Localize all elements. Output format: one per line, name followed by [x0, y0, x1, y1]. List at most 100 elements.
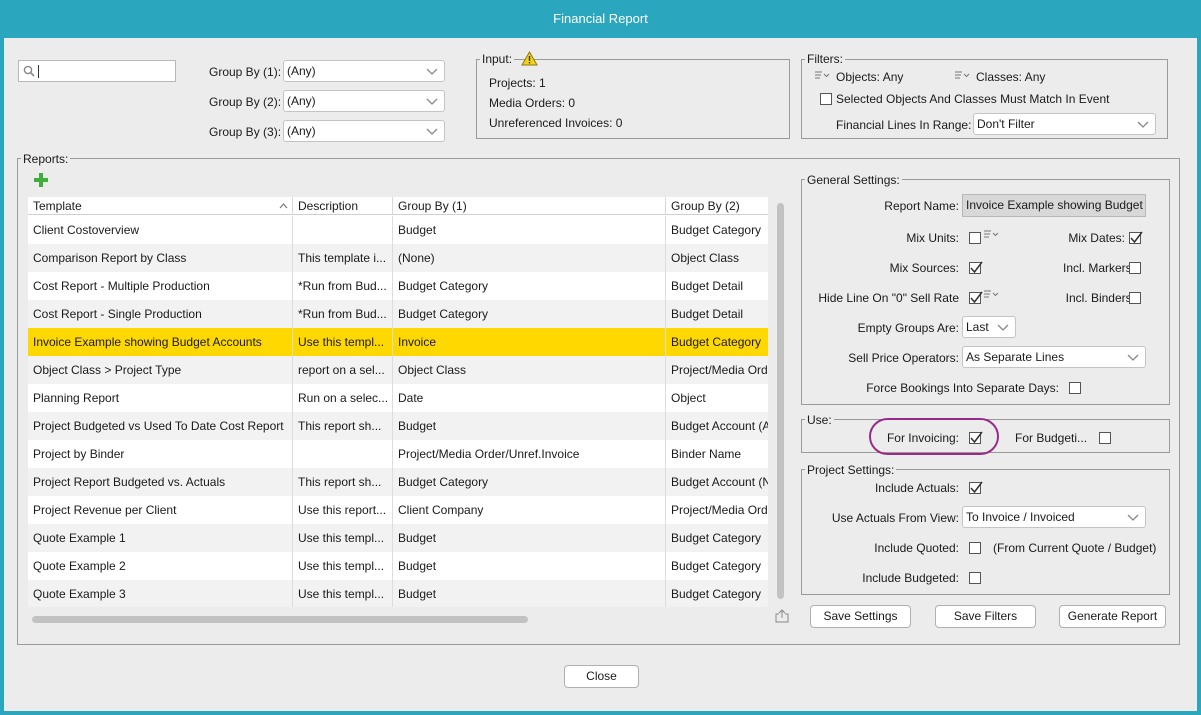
table-row[interactable]: Project Budgeted vs Used To Date Cost Re…: [28, 412, 768, 440]
for-budgeting-checkbox[interactable]: [1099, 432, 1111, 444]
mix-sources-label: Mix Sources:: [889, 261, 959, 275]
table-cell: Budget Category: [393, 300, 666, 328]
filter-menu-icon[interactable]: [815, 70, 831, 81]
save-settings-button[interactable]: Save Settings: [810, 605, 911, 628]
for-invoicing-label: For Invoicing:: [886, 431, 959, 445]
column-header-group-by-1[interactable]: Group By (1): [393, 197, 666, 215]
empty-groups-select[interactable]: Last: [962, 316, 1016, 338]
checkmark-icon: [970, 261, 983, 274]
filters-objects: Objects: Any: [836, 70, 904, 84]
table-row[interactable]: Planning Report Run on a selec... Date Obje…: [28, 384, 768, 412]
table-cell: report on a sel...: [293, 356, 393, 384]
force-bookings-checkbox[interactable]: [1069, 382, 1081, 394]
empty-groups-value: Last: [966, 320, 989, 334]
table-cell: Project/Media Ord: [671, 503, 768, 517]
group-by-2-label: Group By (2):: [209, 95, 282, 109]
table-cell: Object Class: [671, 251, 740, 265]
table-cell: Budget Account (N: [671, 475, 768, 489]
table-row[interactable]: Cost Report - Single Production *Run from…: [28, 300, 768, 328]
table-row[interactable]: Quote Example 3 Use this templ... Budget Bu…: [28, 580, 768, 607]
share-icon[interactable]: [775, 609, 789, 623]
table-cell: Budget: [393, 580, 666, 607]
warning-triangle-icon: [521, 51, 538, 66]
group-by-1-value: (Any): [287, 64, 316, 78]
table-cell: Use this templ...: [293, 524, 393, 552]
table-row[interactable]: Object Class > Project Type report on a s…: [28, 356, 768, 384]
table-row[interactable]: Client Costoverview Budget Budget Category: [28, 216, 768, 244]
table-cell: Use this templ...: [293, 580, 393, 607]
group-by-3-value: (Any): [287, 124, 316, 138]
horizontal-scroll-thumb[interactable]: [32, 616, 528, 623]
column-header-template[interactable]: Template: [28, 197, 293, 215]
window-title: Financial Report: [553, 11, 648, 26]
financial-lines-range-select[interactable]: Don't Filter: [973, 113, 1156, 135]
table-row[interactable]: Project by Binder Project/Media Order/Unr…: [28, 440, 768, 468]
generate-report-button[interactable]: Generate Report: [1059, 605, 1166, 628]
group-by-1-label: Group By (1):: [209, 65, 282, 79]
table-cell: (None): [393, 244, 666, 272]
financial-lines-range-value: Don't Filter: [977, 117, 1035, 131]
options-menu-icon[interactable]: [984, 229, 1000, 240]
search-input[interactable]: [18, 60, 176, 82]
table-cell: Budget Category: [671, 559, 762, 573]
group-by-3-select[interactable]: (Any): [283, 120, 445, 142]
table-row[interactable]: Project Revenue per Client Use this repor…: [28, 496, 768, 524]
vertical-scroll-thumb[interactable]: [777, 203, 784, 599]
match-in-event-checkbox[interactable]: [820, 93, 832, 105]
column-header-description[interactable]: Description: [293, 197, 393, 215]
table-row[interactable]: Quote Example 1 Use this templ... Budget Bu…: [28, 524, 768, 552]
include-budgeted-checkbox[interactable]: [969, 572, 981, 584]
table-cell: Budget Detail: [671, 307, 744, 321]
table-cell: Budget Account (A: [671, 419, 768, 433]
incl-markers-checkbox[interactable]: [1129, 262, 1141, 274]
table-cell: Planning Report: [28, 384, 293, 412]
use-title: Use:: [805, 413, 834, 427]
sell-price-select[interactable]: As Separate Lines: [962, 346, 1146, 368]
report-name-field[interactable]: Invoice Example showing Budget: [962, 194, 1146, 217]
include-actuals-checkbox[interactable]: [969, 481, 983, 494]
table-cell: Object Class > Project Type: [28, 356, 293, 384]
table-row[interactable]: Project Report Budgeted vs. Actuals This …: [28, 468, 768, 496]
for-invoicing-checkbox[interactable]: [969, 431, 983, 444]
include-quoted-checkbox[interactable]: [969, 542, 981, 554]
hide-line-label: Hide Line On "0" Sell Rate: [818, 291, 959, 305]
mix-dates-checkbox[interactable]: [1129, 231, 1143, 244]
table-row[interactable]: Quote Example 2 Use this templ... Budget Bu…: [28, 552, 768, 580]
incl-binders-checkbox[interactable]: [1129, 292, 1141, 304]
table-cell: Date: [393, 384, 666, 412]
input-title: Input:: [480, 52, 515, 66]
input-projects: Projects: 1: [489, 76, 546, 90]
table-row[interactable]: Invoice Example showing Budget Accounts U…: [28, 328, 768, 356]
mix-units-checkbox[interactable]: [969, 232, 981, 244]
hide-line-checkbox[interactable]: [969, 291, 983, 304]
table-cell: Project by Binder: [28, 440, 293, 468]
table-cell: Object: [671, 391, 706, 405]
save-filters-button[interactable]: Save Filters: [935, 605, 1036, 628]
column-header-group-by-2[interactable]: Group By (2): [666, 197, 768, 215]
checkmark-icon: [970, 291, 983, 304]
financial-lines-range-label: Financial Lines In Range:: [836, 118, 972, 132]
mix-dates-label: Mix Dates:: [1068, 231, 1125, 245]
close-button[interactable]: Close: [564, 665, 639, 688]
table-cell: [293, 216, 393, 244]
group-by-2-select[interactable]: (Any): [283, 90, 445, 112]
table-cell: Project Revenue per Client: [28, 496, 293, 524]
text-caret: [38, 65, 39, 78]
plus-icon[interactable]: [34, 173, 48, 187]
table-cell: Budget: [393, 524, 666, 552]
table-cell: Run on a selec...: [293, 384, 393, 412]
vertical-scrollbar[interactable]: [777, 197, 785, 607]
table-row[interactable]: Cost Report - Multiple Production *Run fr…: [28, 272, 768, 300]
search-icon: [23, 65, 35, 77]
incl-binders-label: Incl. Binders:: [1065, 291, 1135, 305]
group-by-1-select[interactable]: (Any): [283, 60, 445, 82]
filter-menu-icon[interactable]: [955, 70, 971, 81]
sort-ascending-icon: [279, 203, 288, 209]
mix-sources-checkbox[interactable]: [969, 261, 983, 274]
group-by-2-value: (Any): [287, 94, 316, 108]
table-cell: This report sh...: [293, 468, 393, 496]
table-cell: Use this templ...: [293, 552, 393, 580]
actuals-view-select[interactable]: To Invoice / Invoiced: [962, 506, 1146, 528]
table-row[interactable]: Comparison Report by Class This template …: [28, 244, 768, 272]
options-menu-icon[interactable]: [984, 289, 1000, 300]
